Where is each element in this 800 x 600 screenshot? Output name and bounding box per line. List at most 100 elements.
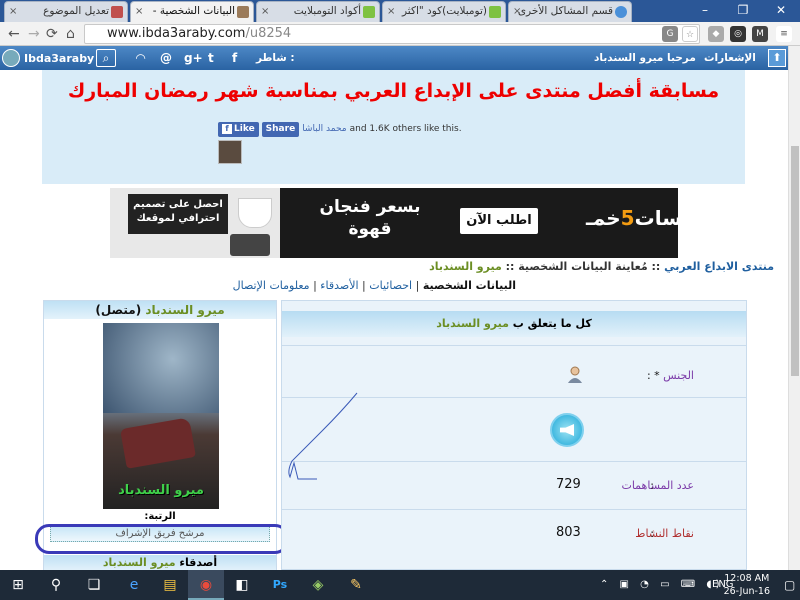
scrollbar-thumb[interactable] <box>791 146 799 376</box>
system-tray-icons[interactable]: ⌃ ▣ ◔ ▭ ⌨ ◖) <box>600 570 724 600</box>
hand-drawn-scribble <box>288 392 358 480</box>
tab-close-icon[interactable]: × <box>387 2 395 21</box>
tab-title: قسم المشاكل الأخرى <box>517 5 613 17</box>
notifications-link[interactable]: الإشعارات <box>704 50 756 66</box>
breadcrumb: منتدى الابداع العربي :: مُعاينة البيانات… <box>429 260 774 273</box>
task-view-icon[interactable]: ❏ <box>76 570 112 600</box>
facebook-icon[interactable]: f <box>232 49 237 67</box>
googleplus-icon[interactable]: g+ <box>184 49 203 67</box>
ad-order-button[interactable]: اطلب الآن <box>460 208 538 234</box>
tab-personal-data[interactable]: البيانات الشخصية <box>423 279 516 292</box>
profile-username[interactable]: ميرو السندباد <box>145 303 224 317</box>
tab-favicon <box>615 6 627 18</box>
profile-username-header: ميرو السندباد (متصل) <box>44 301 276 319</box>
edge-icon[interactable]: e <box>116 570 152 600</box>
search-icon[interactable]: ⚲ <box>38 570 74 600</box>
liker-name[interactable]: محمد الباشا <box>302 124 346 134</box>
posts-value: 729 <box>556 477 581 492</box>
avatar-caption: ميرو السندباد <box>118 483 204 498</box>
menu-icon[interactable]: ≡ <box>776 26 792 42</box>
like-count-text: and 1.6K others like this. <box>349 124 462 134</box>
close-window-icon[interactable]: ✕ <box>762 0 800 22</box>
phone-icon <box>230 234 270 256</box>
clock[interactable]: 12:08 AM 26-Jun-16 <box>724 572 770 598</box>
url-domain: www.ibda3araby.com <box>107 26 246 41</box>
store-icon[interactable]: ◧ <box>224 570 260 600</box>
reload-icon[interactable]: ⟳ <box>46 26 58 42</box>
facebook-like-box: f Like Share محمد الباشا and 1.6K others … <box>218 121 462 137</box>
bookmark-star-icon[interactable]: ☆ <box>682 26 698 42</box>
friends-label: أصدقاء <box>179 556 218 569</box>
url-bar[interactable]: www.ibda3araby.com/u8254 <box>84 24 700 44</box>
browser-tab-bar: تعديل الموضوع × البيانات الشخصية - × أكو… <box>0 0 800 22</box>
tab-edit-topic[interactable]: تعديل الموضوع × <box>4 1 128 22</box>
paint-icon[interactable]: ✎ <box>338 570 374 600</box>
start-icon[interactable]: ⊞ <box>0 570 36 600</box>
address-toolbar: ← → ⟳ ⌂ www.ibda3araby.com/u8254 G ☆ ◆ ◎… <box>0 22 800 46</box>
app-icon[interactable]: ◈ <box>300 570 336 600</box>
rss-icon[interactable]: ◠ <box>136 49 145 67</box>
clock-time: 12:08 AM <box>724 573 770 584</box>
rank-label: الرتبة: <box>144 511 176 522</box>
home-icon[interactable]: ⌂ <box>66 26 75 42</box>
tab-close-icon[interactable]: × <box>261 2 269 21</box>
tab-title: البيانات الشخصية - <box>152 5 235 17</box>
extension-icon[interactable]: ◆ <box>708 26 724 42</box>
profile-tabs: البيانات الشخصية | احصائيات | الأصدقاء |… <box>232 279 516 292</box>
advertisement-banner[interactable]: احصل على تصميم احترافي لموقعك بسعر فنجان… <box>110 188 678 258</box>
photoshop-icon[interactable]: Ps <box>262 570 298 600</box>
tab-other-problems[interactable]: قسم المشاكل الأخرى × <box>508 1 632 22</box>
tab-title: أكواد التومبلايت <box>293 5 361 17</box>
tab-close-icon[interactable]: × <box>9 2 17 21</box>
tab-contact-info[interactable]: معلومات الإتصال <box>233 279 310 292</box>
welcome-user-link[interactable]: مرحبا ميرو السندباد <box>594 50 696 66</box>
details-header-user[interactable]: ميرو السندباد <box>436 317 509 330</box>
notification-icon[interactable]: ▢ <box>784 570 795 600</box>
facebook-share-button[interactable]: Share <box>261 121 300 137</box>
activity-label: نقاط النشاط <box>635 527 694 540</box>
scroll-top-icon[interactable]: ⬆ <box>768 49 786 67</box>
restore-icon[interactable]: ❐ <box>724 0 762 22</box>
minimize-icon[interactable]: – <box>686 0 724 22</box>
tab-favicon <box>489 6 501 18</box>
facebook-icon: f <box>222 123 232 134</box>
forward-icon[interactable]: → <box>28 26 40 42</box>
back-icon[interactable]: ← <box>8 26 20 42</box>
chrome-icon[interactable]: ◉ <box>188 570 224 600</box>
translate-icon[interactable]: G <box>662 26 678 42</box>
friends-user[interactable]: ميرو السندباد <box>103 556 176 569</box>
details-header-prefix: كل ما يتعلق ب <box>512 317 592 330</box>
search-icon[interactable]: ⌕ <box>96 49 116 67</box>
forum-toolbar: Ibda3araby ⌕ ◠ @ g+ t f شاطر : مرحبا مير… <box>0 46 788 70</box>
tab-favicon <box>111 6 123 18</box>
tab-statistics[interactable]: احصائيات <box>369 279 412 292</box>
breadcrumb-user-link[interactable]: ميرو السندباد <box>429 260 502 273</box>
tab-template-codes[interactable]: أكواد التومبلايت × <box>256 1 380 22</box>
extension-badge-icon[interactable]: ◎ <box>730 26 746 42</box>
profile-avatar-image: ميرو السندباد <box>103 323 219 509</box>
tab-title: تعديل الموضوع <box>43 5 109 17</box>
tab-friends[interactable]: الأصدقاء <box>320 279 358 292</box>
breadcrumb-forum-link[interactable]: منتدى الابداع العربي <box>664 260 774 273</box>
page-scrollbar[interactable] <box>788 46 800 570</box>
tab-personal-data[interactable]: البيانات الشخصية - × <box>130 1 254 22</box>
share-label: شاطر : <box>256 52 295 64</box>
tab-close-icon[interactable]: × <box>513 2 521 21</box>
banner-headline[interactable]: مسابقة أفضل منتدى على الإبداع العربي بمن… <box>42 80 745 102</box>
friends-header: أصدقاء ميرو السندباد <box>44 555 276 570</box>
at-icon[interactable]: @ <box>160 49 172 67</box>
ad-brand-logo: ـسات5خمـ <box>586 206 678 230</box>
site-brand[interactable]: Ibda3araby <box>2 48 94 68</box>
ad-note: احصل على تصميم احترافي لموقعك <box>128 194 228 234</box>
file-explorer-icon[interactable]: ▤ <box>152 570 188 600</box>
gmail-extension-icon[interactable]: M <box>752 26 768 42</box>
twitter-icon[interactable]: t <box>208 49 214 67</box>
mood-speaker-icon <box>550 413 584 447</box>
facebook-like-button[interactable]: f Like <box>218 121 259 137</box>
liker-avatar[interactable] <box>218 140 242 164</box>
highlight-circle <box>35 524 289 554</box>
gender-label: الجنس * : <box>646 369 694 382</box>
online-status: (متصل) <box>95 303 142 317</box>
tab-template-code-more[interactable]: (تومبلايت)كود "اكثر × <box>382 1 506 22</box>
tab-close-icon[interactable]: × <box>135 2 143 21</box>
